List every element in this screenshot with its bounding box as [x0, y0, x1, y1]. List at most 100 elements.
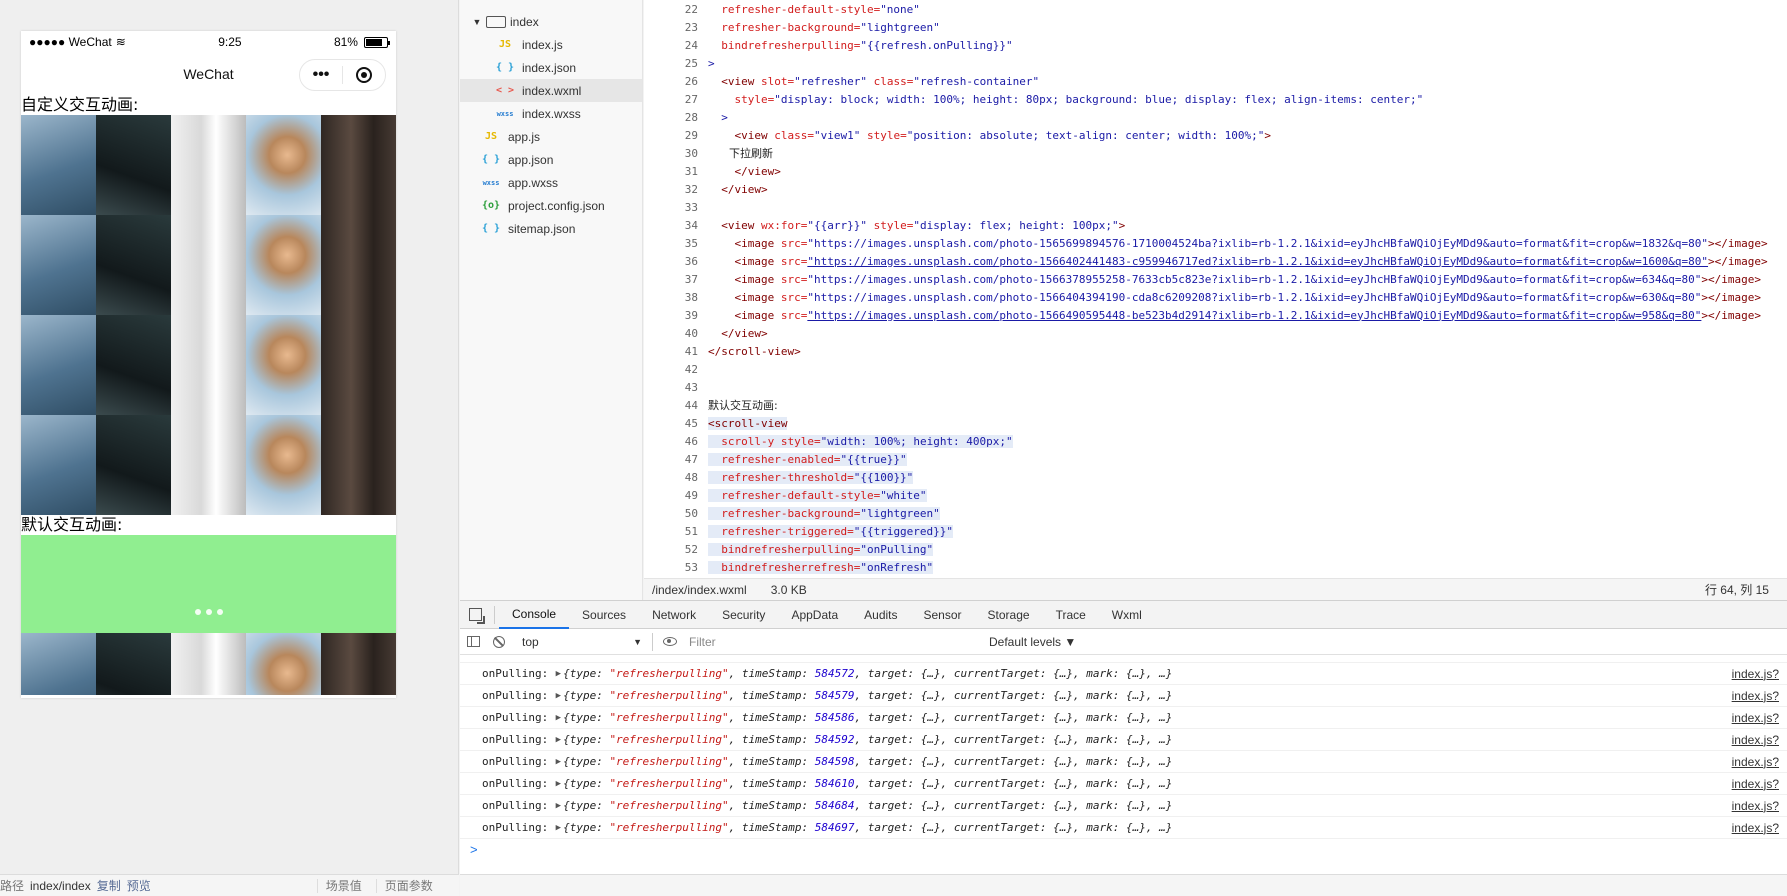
code-line[interactable]: 41 </scroll-view> [644, 342, 1787, 360]
log-source-link[interactable]: index.js? [1732, 799, 1787, 813]
log-source-link[interactable]: index.js? [1732, 689, 1787, 703]
expand-caret-icon[interactable]: ▶ [550, 823, 561, 833]
code-line[interactable]: 22 refresher-default-style="none" [644, 0, 1787, 18]
preview-link[interactable]: 预览 [127, 877, 151, 894]
code-line[interactable]: 28 > [644, 108, 1787, 126]
code-editor[interactable]: 22 refresher-default-style="none" 23 refr… [644, 0, 1787, 578]
log-source-link[interactable]: index.js? [1732, 711, 1787, 725]
clear-console-button[interactable] [486, 635, 512, 648]
log-row[interactable]: onPulling: ▶ {type: "refresherpulling", t… [460, 773, 1787, 795]
tab-storage[interactable]: Storage [975, 601, 1043, 629]
more-button[interactable]: ••• [300, 66, 342, 84]
code-line[interactable]: 44 默认交互动画: [644, 396, 1787, 414]
expand-caret-icon[interactable]: ▶ [550, 691, 561, 701]
code-line[interactable]: 23 refresher-background="lightgreen" [644, 18, 1787, 36]
cursor-position[interactable]: 行 64, 列 15 [1705, 581, 1769, 598]
code-line[interactable]: 45 <scroll-view [644, 414, 1787, 432]
tab-security[interactable]: Security [709, 601, 778, 629]
code-line[interactable]: 32 </view> [644, 180, 1787, 198]
log-text: , timeStamp: [728, 755, 815, 768]
code-line[interactable]: 31 </view> [644, 162, 1787, 180]
log-row[interactable]: onPulling: ▶ {type: "refresherpulling", t… [460, 685, 1787, 707]
code-line[interactable]: 24 bindrefresherpulling="{{refresh.onPul… [644, 36, 1787, 54]
expand-caret-icon[interactable]: ▶ [550, 669, 561, 679]
tree-file-index-js[interactable]: JS index.js [460, 33, 642, 56]
line-number: 52 [684, 542, 698, 556]
log-source-link[interactable]: index.js? [1732, 821, 1787, 835]
filter-input[interactable] [683, 631, 983, 652]
log-row[interactable]: onPulling: ▶ {type: "refresherpulling", t… [460, 817, 1787, 839]
code-line[interactable]: 49 refresher-default-style="white" [644, 486, 1787, 504]
tree-file-index-wxss[interactable]: wxss index.wxss [460, 102, 642, 125]
code-line[interactable]: 38 <image src="https://images.unsplash.c… [644, 288, 1787, 306]
tree-item-label: app.wxss [508, 175, 559, 190]
tree-file-sitemap[interactable]: { } sitemap.json [460, 217, 642, 240]
log-source-link[interactable]: index.js? [1732, 755, 1787, 769]
json-file-icon: { } [481, 154, 501, 165]
code-line[interactable]: 33 [644, 198, 1787, 216]
code-line[interactable]: 50 refresher-background="lightgreen" [644, 504, 1787, 522]
toggle-sidebar-button[interactable] [460, 636, 486, 647]
log-source-link[interactable]: index.js? [1732, 777, 1787, 791]
code-line[interactable]: 52 bindrefresherpulling="onPulling" [644, 540, 1787, 558]
code-line[interactable]: 37 <image src="https://images.unsplash.c… [644, 270, 1787, 288]
log-row[interactable]: onPulling: ▶ {type: "refresherpulling", t… [460, 751, 1787, 773]
code-line[interactable]: 40 </view> [644, 324, 1787, 342]
code-line[interactable]: 27 style="display: block; width: 100%; h… [644, 90, 1787, 108]
expand-caret-icon[interactable]: ▶ [550, 801, 561, 811]
tab-console[interactable]: Console [499, 601, 570, 629]
expand-caret-icon[interactable]: ▶ [550, 757, 561, 767]
log-row[interactable]: onPulling: ▶ {type: "refresherpulling", t… [460, 729, 1787, 751]
code-line[interactable]: 42 [644, 360, 1787, 378]
log-text: {type: [563, 711, 610, 724]
code-line[interactable]: 25 > [644, 54, 1787, 72]
tree-folder-index[interactable]: ▼ index [460, 10, 642, 33]
code-line[interactable]: 43 [644, 378, 1787, 396]
close-miniprogram-button[interactable] [343, 67, 385, 83]
tree-file-app-json[interactable]: { } app.json [460, 148, 642, 171]
line-number: 46 [684, 434, 698, 448]
tree-file-index-wxml[interactable]: < > index.wxml [460, 79, 642, 102]
inspect-element-button[interactable] [460, 608, 490, 624]
code-line[interactable]: 26 <view slot="refresher" class="refresh… [644, 72, 1787, 90]
tree-file-app-js[interactable]: JS app.js [460, 125, 642, 148]
log-row[interactable]: onPulling: ▶ {type: "refresherpulling", t… [460, 663, 1787, 685]
code-line[interactable]: 48 refresher-threshold="{{100}}" [644, 468, 1787, 486]
console-prompt[interactable]: > [460, 839, 1787, 859]
code-line[interactable]: 47 refresher-enabled="{{true}}" [644, 450, 1787, 468]
code-line[interactable]: 46 scroll-y style="width: 100%; height: … [644, 432, 1787, 450]
tab-wxml[interactable]: Wxml [1099, 601, 1155, 629]
log-source-link[interactable]: index.js? [1732, 667, 1787, 681]
tab-trace[interactable]: Trace [1043, 601, 1099, 629]
code-line[interactable]: 39 <image src="https://images.unsplash.c… [644, 306, 1787, 324]
expand-caret-icon[interactable]: ▶ [550, 713, 561, 723]
page-params-button[interactable]: 页面参数 [385, 877, 433, 894]
code-line[interactable]: 30 下拉刷新 [644, 144, 1787, 162]
tree-file-app-wxss[interactable]: wxss app.wxss [460, 171, 642, 194]
default-scroll-view[interactable] [21, 535, 396, 695]
tab-network[interactable]: Network [639, 601, 709, 629]
expand-caret-icon[interactable]: ▶ [550, 735, 561, 745]
custom-scroll-view[interactable] [21, 115, 396, 515]
copy-link[interactable]: 复制 [97, 877, 121, 894]
expand-caret-icon[interactable]: ▶ [550, 779, 561, 789]
tree-file-index-json[interactable]: { } index.json [460, 56, 642, 79]
tab-sources[interactable]: Sources [569, 601, 639, 629]
tree-file-project-config[interactable]: {o} project.config.json [460, 194, 642, 217]
code-line[interactable]: 51 refresher-triggered="{{triggered}}" [644, 522, 1787, 540]
tab-audits[interactable]: Audits [851, 601, 910, 629]
code-line[interactable]: 29 <view class="view1" style="position: … [644, 126, 1787, 144]
code-line[interactable]: 36 <image src="https://images.unsplash.c… [644, 252, 1787, 270]
log-row[interactable]: onPulling: ▶ {type: "refresherpulling", t… [460, 795, 1787, 817]
code-line[interactable]: 34 <view wx:for="{{arr}}" style="display… [644, 216, 1787, 234]
log-levels-select[interactable]: Default levels ▼ [989, 635, 1076, 649]
live-expression-button[interactable] [657, 637, 683, 646]
tab-sensor[interactable]: Sensor [911, 601, 975, 629]
code-line[interactable]: 35 <image src="https://images.unsplash.c… [644, 234, 1787, 252]
log-source-link[interactable]: index.js? [1732, 733, 1787, 747]
context-select[interactable]: top ▼ [516, 632, 648, 652]
scene-value-button[interactable]: 场景值 [326, 877, 362, 894]
code-line[interactable]: 53 bindrefresherrefresh="onRefresh" [644, 558, 1787, 576]
log-row[interactable]: onPulling: ▶ {type: "refresherpulling", t… [460, 707, 1787, 729]
tab-appdata[interactable]: AppData [778, 601, 851, 629]
